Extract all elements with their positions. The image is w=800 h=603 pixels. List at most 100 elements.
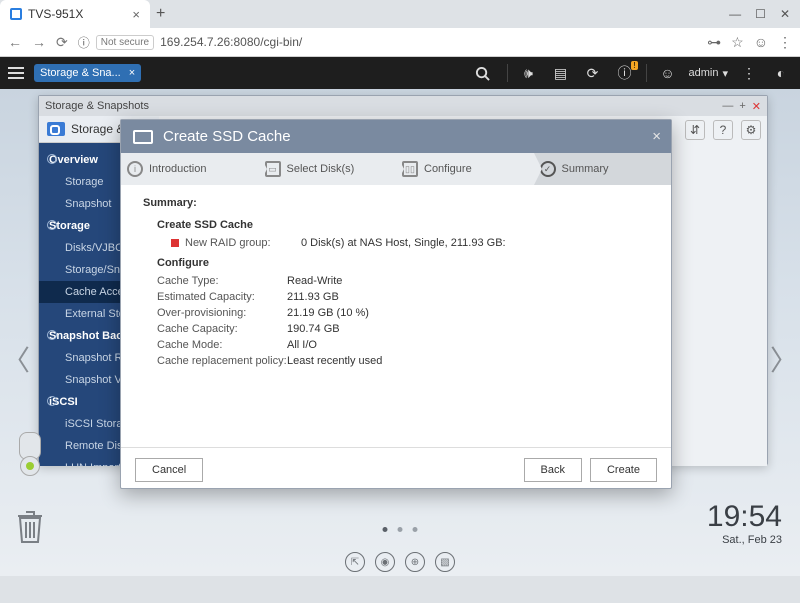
desktop: 〈 〉 Storage & Snapshots — + ✕ Storage & …	[0, 89, 800, 576]
chip-close-icon[interactable]: ×	[129, 67, 135, 79]
devices-icon[interactable]: ▤	[550, 65, 572, 82]
tool-help-icon[interactable]: ?	[713, 120, 733, 140]
ssd-icon	[133, 130, 153, 144]
policy-value: Least recently used	[287, 355, 382, 367]
forward-icon[interactable]: →	[32, 34, 46, 50]
overprov-label: Over-provisioning:	[157, 307, 287, 319]
maximize-button[interactable]: ☐	[755, 7, 766, 21]
create-ssd-cache-wizard: Create SSD Cache × i Introduction ▭ Select…	[120, 119, 672, 489]
step-label: Summary	[562, 163, 609, 175]
wizard-steps: i Introduction ▭ Select Disk(s) ▯▯ Configur…	[121, 153, 671, 185]
disk-step-icon: ▭	[265, 161, 281, 177]
clock-time: 19:54	[707, 500, 782, 534]
minimize-button[interactable]: —	[729, 7, 741, 21]
configure-heading: Configure	[157, 257, 649, 269]
step-label: Introduction	[149, 163, 206, 175]
more-icon[interactable]: ⋮	[738, 65, 760, 82]
qts-top-bar: Storage & Sna... × 🕪 ▤ ⟳ ⓘ! ☺ admin▾ ⋮ ◐	[0, 57, 800, 89]
dashboard-icon[interactable]: ◐	[770, 65, 792, 81]
info-step-icon: i	[127, 161, 143, 177]
sidebar-label: Snapshot Bac	[49, 330, 122, 342]
wizard-header[interactable]: Create SSD Cache ×	[121, 120, 671, 153]
window-title: Storage & Snapshots	[45, 100, 149, 112]
cancel-button[interactable]: Cancel	[135, 458, 203, 482]
cache-cap-label: Cache Capacity:	[157, 323, 287, 335]
create-button[interactable]: Create	[590, 458, 657, 482]
clock-date: Sat., Feb 23	[707, 534, 782, 546]
overprov-value: 21.19 GB (10 %)	[287, 307, 369, 319]
kebab-icon[interactable]: ⋮	[778, 34, 792, 51]
step-introduction[interactable]: i Introduction	[121, 153, 259, 185]
cache-cap-value: 190.74 GB	[287, 323, 340, 335]
create-cache-heading: Create SSD Cache	[157, 219, 649, 231]
tab-strip: TVS-951X × + — ☐ ✕	[0, 0, 800, 28]
step-configure[interactable]: ▯▯ Configure	[396, 153, 534, 185]
wizard-close-icon[interactable]: ×	[652, 128, 661, 145]
window-toolbar: ⇵ ? ⚙	[685, 120, 761, 140]
chip-label: Storage & Sna...	[40, 67, 121, 79]
account-icon[interactable]: ☺	[754, 34, 768, 50]
address-row: ← → ⟳ ⓘ Not secure 169.254.7.26:8080/cgi…	[0, 28, 800, 56]
brand-label: Storage &	[71, 122, 124, 136]
close-window-button[interactable]: ✕	[780, 7, 790, 21]
not-secure-badge: Not secure	[96, 35, 154, 50]
est-cap-value: 211.93 GB	[287, 291, 339, 303]
cache-mode-label: Cache Mode:	[157, 339, 287, 351]
star-icon[interactable]: ☆	[731, 34, 744, 51]
url-text: 169.254.7.26:8080/cgi-bin/	[160, 35, 302, 49]
cache-type-value: Read-Write	[287, 275, 342, 287]
step-label: Select Disk(s)	[287, 163, 355, 175]
volume-icon[interactable]: 🕪	[518, 65, 540, 82]
config-step-icon: ▯▯	[402, 161, 418, 177]
browser-tab[interactable]: TVS-951X ×	[0, 0, 150, 28]
desktop-prev-icon[interactable]: 〈	[2, 339, 30, 379]
dock: ⇱ ◉ ⊕ ▧	[345, 552, 455, 572]
dock-icon-1[interactable]: ⇱	[345, 552, 365, 572]
tab-title: TVS-951X	[28, 7, 83, 21]
trash-icon[interactable]	[14, 508, 46, 546]
notifications-icon[interactable]: ⓘ!	[614, 63, 636, 83]
taskbar-chip[interactable]: Storage & Sna... ×	[34, 64, 141, 82]
favicon-icon	[10, 8, 22, 20]
refresh-icon[interactable]: ⟳	[582, 65, 604, 82]
cache-type-label: Cache Type:	[157, 275, 287, 287]
new-raid-value: 0 Disk(s) at NAS Host, Single, 211.93 GB…	[301, 237, 506, 249]
reload-icon[interactable]: ⟳	[56, 34, 68, 51]
user-label: admin	[689, 67, 719, 79]
wizard-title: Create SSD Cache	[163, 128, 291, 145]
step-summary[interactable]: ✓ Summary	[534, 153, 672, 185]
step-label: Configure	[424, 163, 472, 175]
wizard-footer: Cancel Back Create	[121, 447, 671, 492]
user-icon[interactable]: ☺	[657, 65, 679, 81]
check-step-icon: ✓	[540, 161, 556, 177]
dock-icon-4[interactable]: ▧	[435, 552, 455, 572]
policy-label: Cache replacement policy:	[157, 355, 287, 367]
summary-heading: Summary:	[143, 197, 649, 209]
win-maximize-icon[interactable]: +	[739, 100, 745, 113]
close-tab-icon[interactable]: ×	[132, 7, 140, 22]
win-close-icon[interactable]: ✕	[752, 100, 761, 113]
back-icon[interactable]: ←	[8, 34, 22, 50]
dock-icon-2[interactable]: ◉	[375, 552, 395, 572]
red-square-icon	[171, 239, 179, 247]
address-bar[interactable]: ⓘ Not secure 169.254.7.26:8080/cgi-bin/	[78, 34, 697, 51]
qbot-icon[interactable]	[12, 432, 48, 484]
window-titlebar[interactable]: Storage & Snapshots — + ✕	[39, 96, 767, 116]
user-menu[interactable]: admin▾	[689, 67, 729, 80]
win-minimize-icon[interactable]: —	[722, 100, 733, 113]
browser-chrome: TVS-951X × + — ☐ ✕ ← → ⟳ ⓘ Not secure 16…	[0, 0, 800, 57]
page-dots[interactable]	[383, 527, 418, 532]
key-icon[interactable]: ⊶	[707, 34, 721, 51]
new-raid-label: New RAID group:	[171, 237, 301, 249]
new-tab-button[interactable]: +	[156, 5, 165, 23]
back-button[interactable]: Back	[524, 458, 582, 482]
hamburger-icon[interactable]	[8, 67, 24, 79]
tool-link-icon[interactable]: ⇵	[685, 120, 705, 140]
tool-gear-icon[interactable]: ⚙	[741, 120, 761, 140]
desktop-next-icon[interactable]: 〉	[770, 339, 798, 379]
search-icon[interactable]	[475, 66, 497, 81]
storage-icon	[47, 220, 57, 230]
step-select-disks[interactable]: ▭ Select Disk(s)	[259, 153, 397, 185]
dock-icon-3[interactable]: ⊕	[405, 552, 425, 572]
brand-icon	[47, 122, 65, 136]
